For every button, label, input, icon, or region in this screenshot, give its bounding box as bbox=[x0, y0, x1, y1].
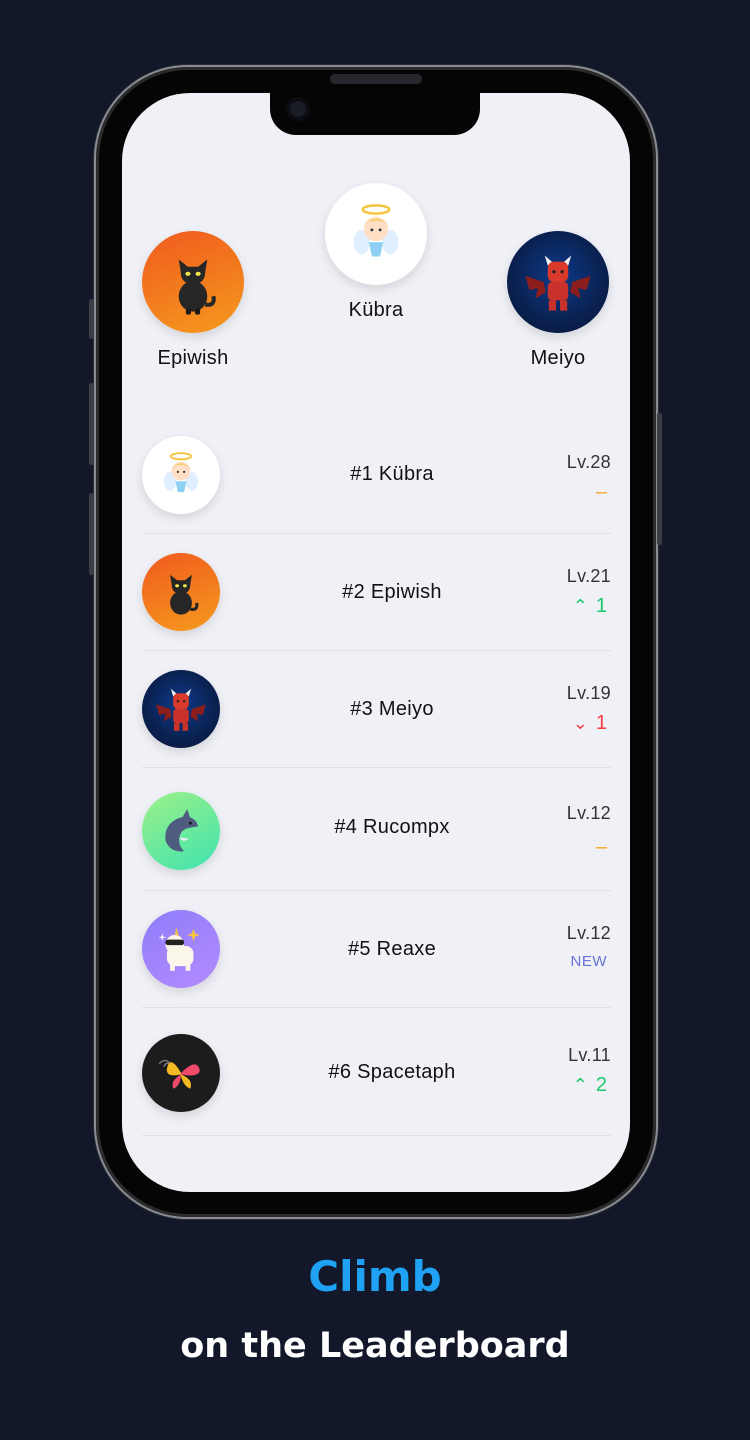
row-2-level: Lv.21 bbox=[566, 566, 611, 586]
caption-title: Climb bbox=[308, 1252, 442, 1301]
row-6-level: Lv.11 bbox=[568, 1045, 611, 1065]
arrow-up-icon: ⌃ bbox=[572, 1075, 588, 1095]
butterfly-icon bbox=[158, 1059, 200, 1089]
row-6-change: ⌃ 2 bbox=[527, 1074, 607, 1097]
row-2-avatar bbox=[142, 553, 220, 631]
row-3-level: Lv.19 bbox=[566, 683, 611, 703]
row-5-name: #5 Reaxe bbox=[347, 938, 436, 960]
unicorn-icon bbox=[158, 927, 200, 971]
front-camera bbox=[286, 97, 310, 121]
leaderboard-row-5[interactable]: #5 Reaxe Lv.12 NEW bbox=[142, 890, 611, 1008]
notch bbox=[270, 93, 480, 135]
row-6-name: #6 Spacetaph bbox=[328, 1061, 456, 1083]
row-4-level: Lv.12 bbox=[566, 803, 611, 823]
podium-second-name: Epiwish bbox=[157, 347, 229, 369]
app-screen: Kübra Epiwish Meiyo #1 Kübra Lv.28 – #2 … bbox=[122, 93, 630, 1192]
angel-icon bbox=[353, 204, 399, 257]
power-button bbox=[657, 413, 662, 545]
row-4-avatar bbox=[142, 792, 220, 870]
leaderboard-row-2[interactable]: #2 Epiwish Lv.21 ⌃ 1 bbox=[142, 533, 611, 651]
volume-up-button bbox=[89, 383, 94, 465]
row-6-change-value: 2 bbox=[595, 1074, 607, 1096]
phone-frame: Kübra Epiwish Meiyo #1 Kübra Lv.28 – #2 … bbox=[89, 67, 662, 1217]
row-3-name: #3 Meiyo bbox=[350, 698, 434, 720]
black-cat-icon bbox=[178, 259, 216, 315]
arrow-up-icon: ⌃ bbox=[572, 596, 588, 616]
podium-third-avatar[interactable] bbox=[507, 231, 609, 333]
leaderboard-row-3[interactable]: #3 Meiyo Lv.19 ⌄ 1 bbox=[142, 650, 611, 768]
angel-icon bbox=[163, 452, 199, 493]
row-5-avatar bbox=[142, 910, 220, 988]
row-1-name: #1 Kübra bbox=[350, 463, 434, 485]
row-3-change-value: 1 bbox=[595, 712, 607, 734]
row-1-avatar bbox=[142, 436, 220, 514]
row-1-change: – bbox=[595, 481, 607, 503]
leaderboard-row-4[interactable]: #4 Rucompx Lv.12 – bbox=[142, 767, 611, 891]
row-5-level: Lv.12 bbox=[566, 923, 611, 943]
black-cat-icon bbox=[170, 574, 199, 615]
top-speaker bbox=[330, 74, 422, 84]
leaderboard-row-6[interactable]: #6 Spacetaph Lv.11 ⌃ 2 bbox=[142, 1007, 611, 1136]
row-2-name: #2 Epiwish bbox=[342, 581, 442, 603]
row-3-avatar bbox=[142, 670, 220, 748]
mute-switch bbox=[89, 299, 94, 339]
dolphin-icon bbox=[165, 809, 199, 852]
podium-first-avatar[interactable] bbox=[325, 183, 427, 285]
row-2-change: ⌃ 1 bbox=[527, 595, 607, 618]
podium-first-name: Kübra bbox=[348, 299, 404, 321]
row-2-change-value: 1 bbox=[595, 595, 607, 617]
row-4-name: #4 Rucompx bbox=[334, 816, 450, 838]
volume-down-button bbox=[89, 493, 94, 575]
podium-second-avatar[interactable] bbox=[142, 231, 244, 333]
red-devil-icon bbox=[156, 688, 206, 731]
caption-subtitle: on the Leaderboard bbox=[180, 1326, 570, 1366]
row-5-change-new-badge: NEW bbox=[570, 953, 607, 970]
arrow-down-icon: ⌄ bbox=[572, 713, 588, 733]
row-1-level: Lv.28 bbox=[566, 452, 611, 472]
row-6-avatar bbox=[142, 1034, 220, 1112]
row-4-change: – bbox=[595, 836, 607, 858]
red-devil-icon bbox=[525, 255, 591, 311]
row-3-change: ⌄ 1 bbox=[527, 712, 607, 735]
leaderboard-row-1[interactable]: #1 Kübra Lv.28 – bbox=[142, 425, 611, 534]
podium-third-name: Meiyo bbox=[530, 347, 586, 369]
